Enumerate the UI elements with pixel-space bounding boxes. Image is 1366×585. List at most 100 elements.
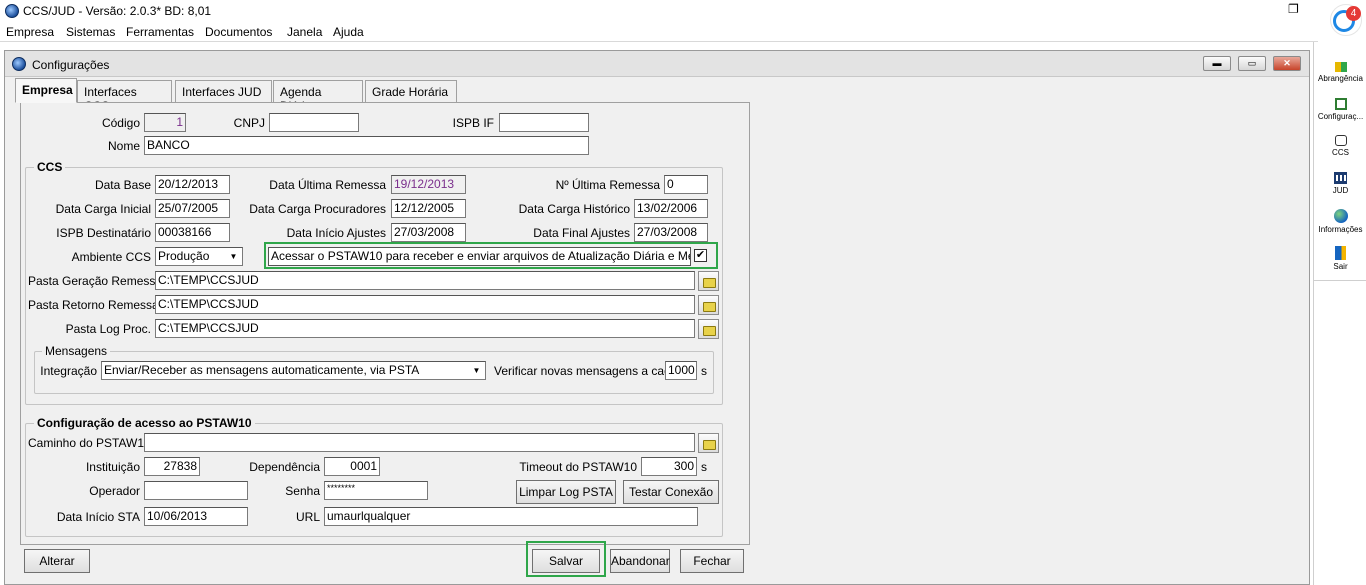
inicio-ajustes-field[interactable]: 27/03/2008 (391, 223, 466, 242)
side-ccs[interactable]: CCS (1314, 135, 1366, 157)
config-icon (1334, 98, 1347, 110)
carga-historico-label: Data Carga Histórico (518, 202, 630, 216)
menu-ajuda[interactable]: Ajuda (333, 25, 364, 39)
carga-procuradores-label: Data Carga Procuradores (249, 202, 386, 216)
codigo-field: 1 (144, 113, 186, 132)
senha-field[interactable]: ******** (324, 481, 428, 500)
carga-historico-field[interactable]: 13/02/2006 (634, 199, 708, 218)
pstaw-group-title: Configuração de acesso ao PSTAW10 (34, 416, 255, 430)
side-sair[interactable]: Sair (1314, 246, 1366, 271)
side-jud[interactable]: JUD (1314, 172, 1366, 195)
final-ajustes-field[interactable]: 27/03/2008 (634, 223, 708, 242)
testar-conexao-button[interactable]: Testar Conexão (623, 480, 719, 504)
data-ultima-remessa-label: Data Última Remessa (269, 178, 386, 192)
window-icon (12, 57, 26, 71)
ambiente-ccs-select[interactable]: Produção ▼ (155, 247, 243, 266)
operador-label: Operador (89, 484, 140, 498)
globe-icon (1333, 209, 1348, 223)
verificar-field[interactable]: 1000 (665, 361, 697, 380)
chevron-down-icon: ▼ (229, 252, 238, 261)
cnpj-field[interactable] (269, 113, 359, 132)
alterar-button[interactable]: Alterar (24, 549, 90, 573)
chevron-down-icon: ▼ (472, 366, 481, 375)
pasta-geracao-field[interactable]: C:\TEMP\CCSJUD (155, 271, 695, 290)
fechar-button[interactable]: Fechar (680, 549, 744, 573)
data-inicio-sta-label: Data Início STA (56, 510, 140, 524)
window-title-bar: Configurações ▬ ▭ ✕ (5, 51, 1309, 77)
pstaw-checkbox-label[interactable]: Acessar o PSTAW10 para receber e enviar … (268, 247, 691, 266)
tab-interfaces-jud[interactable]: Interfaces JUD (175, 80, 272, 102)
salvar-button[interactable]: Salvar (532, 549, 600, 573)
timeout-field[interactable]: 300 (641, 457, 697, 476)
data-base-label: Data Base (94, 178, 151, 192)
integracao-select[interactable]: Enviar/Receber as mensagens automaticame… (101, 361, 486, 380)
ccs-icon (1334, 135, 1347, 146)
menu-ferramentas[interactable]: Ferramentas (126, 25, 194, 39)
tab-grade-horaria[interactable]: Grade Horária (365, 80, 457, 102)
limpar-log-button[interactable]: Limpar Log PSTA (516, 480, 616, 504)
side-informacoes[interactable]: Informações (1314, 209, 1366, 234)
menu-janela[interactable]: Janela (287, 25, 322, 39)
folder-geracao-button[interactable] (698, 271, 719, 291)
menu-empresa[interactable]: Empresa (6, 25, 54, 39)
restore-icon[interactable]: ❐ (1288, 2, 1302, 16)
carga-procuradores-field[interactable]: 12/12/2005 (391, 199, 466, 218)
side-configuracoes[interactable]: Configuraç... (1314, 98, 1366, 121)
carga-inicial-field[interactable]: 25/07/2005 (155, 199, 230, 218)
seconds-unit: s (701, 364, 707, 378)
notification-badge: 4 (1346, 6, 1361, 21)
final-ajustes-label: Data Final Ajustes (533, 226, 630, 240)
folder-caminho-button[interactable] (698, 433, 719, 453)
num-ultima-remessa-field[interactable]: 0 (664, 175, 708, 194)
abandonar-button[interactable]: Abandonar (610, 549, 670, 573)
folder-log-button[interactable] (698, 319, 719, 339)
pasta-log-label: Pasta Log Proc. (65, 322, 151, 336)
ispb-destinatario-label: ISPB Destinatário (56, 226, 151, 240)
inicio-ajustes-label: Data Início Ajustes (286, 226, 386, 240)
close-button[interactable]: ✕ (1273, 56, 1301, 71)
tab-agenda-diaria[interactable]: Agenda Diária (273, 80, 363, 113)
instituicao-field[interactable]: 27838 (144, 457, 200, 476)
mensagens-group-title: Mensagens (42, 344, 111, 358)
pasta-retorno-label: Pasta Retorno Remessa (28, 298, 159, 312)
url-field[interactable]: umaurlqualquer (324, 507, 698, 526)
verificar-label: Verificar novas mensagens a cada (494, 364, 678, 378)
caminho-field[interactable] (144, 433, 695, 452)
jud-icon (1334, 172, 1347, 184)
app-title: CCS/JUD - Versão: 2.0.3* BD: 8,01 (23, 4, 212, 18)
caminho-label: Caminho do PSTAW10 (28, 436, 151, 450)
menu-documentos[interactable]: Documentos (205, 25, 272, 39)
data-ultima-remessa-field: 19/12/2013 (391, 175, 466, 194)
menu-sistemas[interactable]: Sistemas (66, 25, 115, 39)
data-inicio-sta-field[interactable]: 10/06/2013 (144, 507, 248, 526)
ccs-group-title: CCS (34, 160, 66, 174)
ispb-destinatario-field[interactable]: 00038166 (155, 223, 230, 242)
tab-interfaces-ccs[interactable]: Interfaces CCS (77, 80, 172, 113)
side-toolbar: Abrangência Configuraç... CCS JUD Inform… (1313, 42, 1366, 585)
ispb-label: ISPB IF (452, 116, 494, 130)
dependencia-label: Dependência (249, 460, 320, 474)
tab-empresa[interactable]: Empresa (15, 78, 77, 103)
senha-label: Senha (285, 484, 320, 498)
nome-label: Nome (107, 139, 140, 153)
menu-bar: Empresa Sistemas Ferramentas Documentos … (0, 22, 1318, 42)
pstaw-checkbox[interactable]: ✔ (694, 249, 707, 262)
pasta-retorno-field[interactable]: C:\TEMP\CCSJUD (155, 295, 695, 314)
data-base-field[interactable]: 20/12/2013 (155, 175, 230, 194)
folder-retorno-button[interactable] (698, 295, 719, 315)
integracao-label: Integração (40, 364, 97, 378)
ambiente-ccs-label: Ambiente CCS (71, 250, 151, 264)
ambiente-ccs-value: Produção (158, 249, 210, 263)
minimize-button[interactable]: ▬ (1203, 56, 1231, 71)
dependencia-field[interactable]: 0001 (324, 457, 380, 476)
cnpj-label: CNPJ (233, 116, 265, 130)
ispb-field[interactable] (499, 113, 589, 132)
maximize-button[interactable]: ▭ (1238, 56, 1266, 71)
instituicao-label: Instituição (85, 460, 140, 474)
operador-field[interactable] (144, 481, 248, 500)
timeout-unit: s (701, 460, 707, 474)
side-abrangencia[interactable]: Abrangência (1314, 62, 1366, 83)
nome-field[interactable]: BANCO (144, 136, 589, 155)
pasta-log-field[interactable]: C:\TEMP\CCSJUD (155, 319, 695, 338)
codigo-label: Código (101, 116, 140, 130)
